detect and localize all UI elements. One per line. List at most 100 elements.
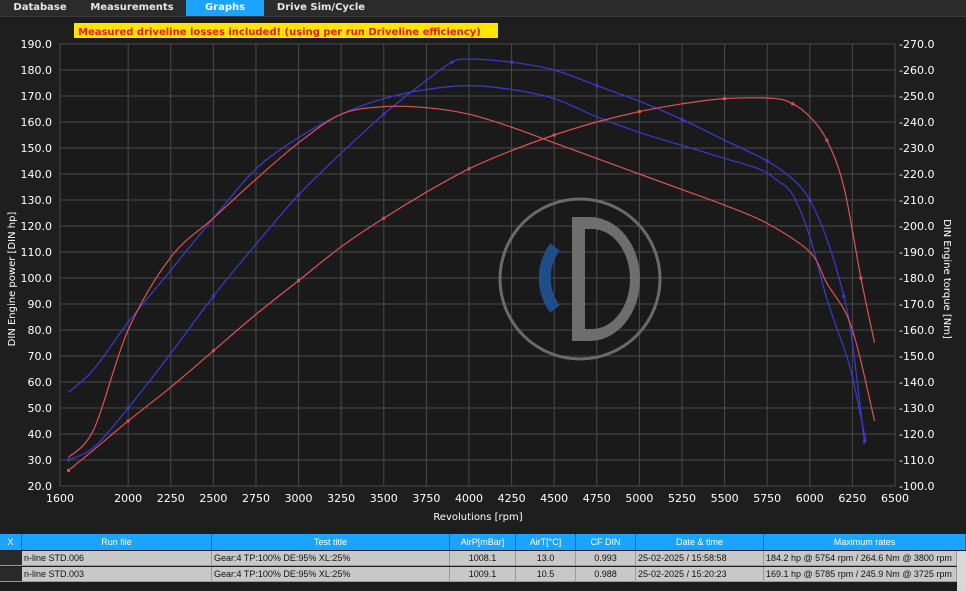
y-tick-label: 160.0 [21, 116, 53, 129]
data-point [126, 406, 130, 410]
x-tick-label: 4250 [498, 492, 526, 505]
data-point [825, 138, 829, 142]
data-point [765, 159, 769, 163]
cell-date-time: 25-02-2025 / 15:20:23 [636, 567, 764, 581]
x-tick-label: 3000 [285, 492, 313, 505]
data-point [297, 279, 301, 283]
y-tick-label: 140.0 [21, 168, 53, 181]
data-point [510, 60, 514, 64]
x-tick-label: 3250 [327, 492, 355, 505]
table-header: X Run file Test title AirP[mBar] AirT[°C… [0, 534, 966, 550]
y-tick-label: 120.0 [21, 220, 53, 233]
y-axis-label: DIN Engine power [DIN hp] [7, 212, 18, 347]
y2-tick-label: -180.0 [899, 272, 934, 285]
tab-database[interactable]: Database [0, 0, 80, 16]
y2-tick-label: -150.0 [899, 350, 934, 363]
cell-date-time: 25-02-2025 / 15:58:58 [636, 551, 764, 565]
col-max-rates[interactable]: Maximum rates [764, 534, 966, 550]
y-tick-label: 170.0 [21, 90, 53, 103]
col-cf-din[interactable]: CF DIN [576, 534, 636, 550]
tab-drive-sim-cycle[interactable]: Drive Sim/Cycle [266, 0, 376, 16]
y-tick-label: 130.0 [21, 194, 53, 207]
y-tick-label: 80.0 [28, 324, 53, 337]
close-table-button[interactable]: X [0, 534, 22, 550]
y2-tick-label: -220.0 [899, 168, 934, 181]
data-point [67, 458, 71, 462]
x-axis-label: Revolutions [rpm] [433, 512, 522, 523]
y2-axis-label: DIN Engine torque [Nm] [941, 219, 952, 339]
col-test-title[interactable]: Test title [212, 534, 450, 550]
y2-tick-label: -130.0 [899, 402, 934, 415]
col-airt[interactable]: AirT[°C] [516, 534, 576, 550]
table-row[interactable]: n-line STD.006 Gear:4 TP:100% DE:95% XL:… [0, 551, 966, 566]
y2-tick-label: -270.0 [899, 38, 934, 51]
x-tick-label: 6000 [796, 492, 824, 505]
data-point [552, 133, 556, 137]
data-point [211, 294, 215, 298]
y-tick-label: 40.0 [28, 428, 53, 441]
x-tick-label: 4000 [455, 492, 483, 505]
cell-cf-din: 0.993 [576, 551, 636, 565]
x-tick-label: 5000 [625, 492, 653, 505]
x-tick-label: 6250 [838, 492, 866, 505]
x-tick-label: 2000 [114, 492, 142, 505]
y-tick-label: 180.0 [21, 64, 53, 77]
cell-test-title: Gear:4 TP:100% DE:95% XL:25% [212, 551, 450, 565]
y-tick-label: 90.0 [28, 298, 53, 311]
run-table: X Run file Test title AirP[mBar] AirT[°C… [0, 534, 966, 591]
x-tick-label: 5500 [711, 492, 739, 505]
table-row[interactable]: n-line STD.003 Gear:4 TP:100% DE:95% XL:… [0, 567, 966, 582]
tab-measurements[interactable]: Measurements [82, 0, 182, 16]
data-point [450, 60, 454, 64]
data-point [791, 102, 795, 106]
data-point [211, 349, 215, 353]
data-point [467, 167, 471, 171]
y2-tick-label: -260.0 [899, 64, 934, 77]
x-tick-label: 5750 [753, 492, 781, 505]
x-tick-label: 2750 [242, 492, 270, 505]
y2-tick-label: -170.0 [899, 298, 934, 311]
y-tick-label: 110.0 [21, 246, 53, 259]
x-tick-label: 3500 [370, 492, 398, 505]
cell-test-title: Gear:4 TP:100% DE:95% XL:25% [212, 567, 450, 581]
x-tick-label: 6500 [881, 492, 909, 505]
cell-airt: 10.5 [516, 567, 576, 581]
cell-run-file: n-line STD.006 [22, 551, 212, 565]
cell-max-rates: 184.2 hp @ 5754 rpm / 264.6 Nm @ 3800 rp… [764, 551, 957, 565]
cell-airt: 13.0 [516, 551, 576, 565]
data-point [126, 419, 130, 423]
y2-tick-label: -230.0 [899, 142, 934, 155]
tab-graphs[interactable]: Graphs [186, 0, 264, 16]
cell-run-file: n-line STD.003 [22, 567, 212, 581]
data-point [680, 117, 684, 121]
x-tick-label: 5250 [668, 492, 696, 505]
row-selector[interactable] [0, 567, 22, 581]
x-tick-label: 4750 [583, 492, 611, 505]
col-run-file[interactable]: Run file [22, 534, 212, 550]
y2-tick-label: -250.0 [899, 90, 934, 103]
y2-tick-label: -140.0 [899, 376, 934, 389]
data-point [842, 294, 846, 298]
data-point [723, 97, 727, 101]
y-tick-label: 70.0 [28, 350, 53, 363]
x-tick-label: 2250 [157, 492, 185, 505]
y-tick-label: 20.0 [28, 480, 53, 493]
table-scrollbar[interactable] [957, 551, 966, 591]
chart-area: 1600 2000 2250 2500 2750 3000 3250 3500 3750 4000… [0, 17, 966, 532]
y2-tick-label: -240.0 [899, 116, 934, 129]
y2-tick-label: -110.0 [899, 454, 934, 467]
data-point [595, 84, 599, 88]
grid [59, 43, 896, 487]
plot-area [59, 43, 896, 487]
row-selector[interactable] [0, 551, 22, 565]
y2-tick-label: -160.0 [899, 324, 934, 337]
y2-tick-label: -100.0 [899, 480, 934, 493]
data-point [67, 468, 71, 472]
col-airp[interactable]: AirP[mBar] [450, 534, 516, 550]
col-date-time[interactable]: Date & time [636, 534, 764, 550]
y2-tick-label: -200.0 [899, 220, 934, 233]
cell-airp: 1008.1 [450, 551, 516, 565]
cell-cf-din: 0.988 [576, 567, 636, 581]
y-tick-label: 50.0 [28, 402, 53, 415]
x-tick-label: 4500 [540, 492, 568, 505]
